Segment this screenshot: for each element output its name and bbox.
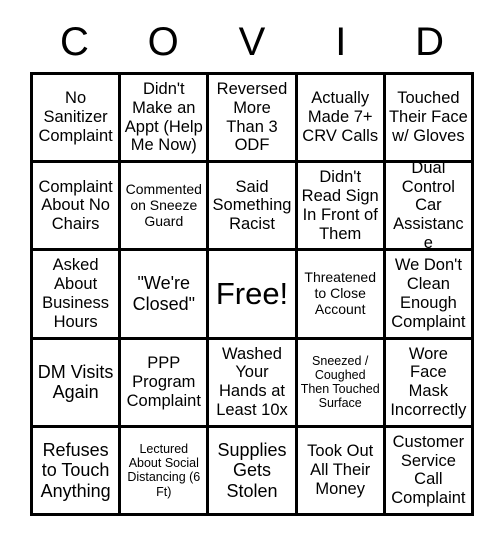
bingo-header: C O V I D: [30, 14, 474, 70]
bingo-cell[interactable]: Touched Their Face w/ Gloves: [385, 75, 474, 164]
bingo-cell[interactable]: No Sanitizer Complaint: [33, 75, 122, 164]
bingo-cell-label: We Don't Clean Enough Complaint: [391, 256, 466, 331]
bingo-cell-label: Actually Made 7+ CRV Calls: [302, 89, 379, 145]
bingo-cell-label: Took Out All Their Money: [307, 442, 374, 498]
bingo-cell-label: Threatened to Close Account: [304, 269, 376, 317]
bingo-cell-label: Said Something Racist: [212, 177, 292, 234]
header-letter-1: C: [59, 20, 89, 64]
header-letter-2: O: [147, 20, 179, 64]
bingo-cell[interactable]: Lectured About Social Distancing (6 Ft): [121, 427, 210, 516]
bingo-cell-label: Washed Your Hands at Least 10x: [216, 344, 288, 419]
bingo-cell[interactable]: Reversed More Than 3 ODF: [209, 75, 298, 164]
bingo-cell[interactable]: Commented on Sneeze Guard: [121, 163, 210, 252]
bingo-cell[interactable]: Refuses to Touch Anything: [33, 427, 122, 516]
bingo-cell-label: No Sanitizer Complaint: [38, 89, 113, 145]
bingo-cell[interactable]: Threatened to Close Account: [297, 251, 386, 340]
bingo-cell-label: Wore Face Mask Incorrectly: [390, 344, 467, 419]
bingo-cell[interactable]: Said Something Racist: [209, 163, 298, 252]
bingo-cell[interactable]: "We're Closed": [121, 251, 210, 340]
bingo-cell-free-label: Free!: [215, 275, 289, 311]
bingo-cell[interactable]: Complaint About No Chairs: [33, 163, 122, 252]
bingo-cell-label: "We're Closed": [132, 273, 195, 314]
bingo-cell-label: Didn't Read Sign In Front of Them: [301, 168, 379, 243]
bingo-cell[interactable]: Customer Service Call Complaint: [385, 427, 474, 516]
bingo-cell-label: Touched Their Face w/ Gloves: [388, 89, 468, 145]
bingo-cell[interactable]: Wore Face Mask Incorrectly: [385, 339, 474, 428]
bingo-cell-label: Didn't Make an Appt (Help Me Now): [124, 80, 203, 155]
bingo-cell[interactable]: Took Out All Their Money: [297, 427, 386, 516]
bingo-cell[interactable]: We Don't Clean Enough Complaint: [385, 251, 474, 340]
bingo-cell[interactable]: Asked About Business Hours: [33, 251, 122, 340]
header-letter-5: D: [415, 20, 445, 64]
bingo-grid: No Sanitizer Complaint Didn't Make an Ap…: [30, 72, 474, 516]
header-letter-3: V: [238, 20, 266, 64]
bingo-cell-label: Customer Service Call Complaint: [391, 432, 466, 508]
bingo-card: C O V I D No Sanitizer Complaint Didn't …: [0, 0, 501, 544]
bingo-cell[interactable]: Didn't Read Sign In Front of Them: [297, 163, 386, 252]
bingo-cell-label: Sneezed / Coughed Then Touched Surface: [300, 353, 380, 411]
bingo-cell[interactable]: Actually Made 7+ CRV Calls: [297, 75, 386, 164]
bingo-cell-label: Commented on Sneeze Guard: [125, 180, 202, 229]
bingo-cell[interactable]: Dual Control Car Assistance: [385, 163, 474, 252]
bingo-cell[interactable]: Washed Your Hands at Least 10x: [209, 339, 298, 428]
bingo-cell[interactable]: Supplies Gets Stolen: [209, 427, 298, 516]
bingo-cell[interactable]: DM Visits Again: [33, 339, 122, 428]
bingo-cell-free[interactable]: Free!: [209, 251, 298, 340]
bingo-cell-label: Asked About Business Hours: [42, 256, 110, 331]
bingo-cell-label: DM Visits Again: [37, 361, 114, 403]
bingo-cell-label: Reversed More Than 3 ODF: [216, 80, 288, 155]
bingo-cell[interactable]: PPP Program Complaint: [121, 339, 210, 428]
header-letter-4: I: [335, 20, 347, 64]
bingo-cell-label: Lectured About Social Distancing (6 Ft): [127, 441, 201, 499]
bingo-cell-label: Supplies Gets Stolen: [217, 439, 287, 501]
bingo-cell-label: Refuses to Touch Anything: [40, 439, 111, 501]
bingo-cell-label: Dual Control Car Assistance: [393, 163, 464, 252]
bingo-cell[interactable]: Didn't Make an Appt (Help Me Now): [121, 75, 210, 164]
bingo-cell-label: Complaint About No Chairs: [38, 177, 113, 234]
bingo-cell[interactable]: Sneezed / Coughed Then Touched Surface: [297, 339, 386, 428]
bingo-cell-label: PPP Program Complaint: [126, 354, 201, 410]
